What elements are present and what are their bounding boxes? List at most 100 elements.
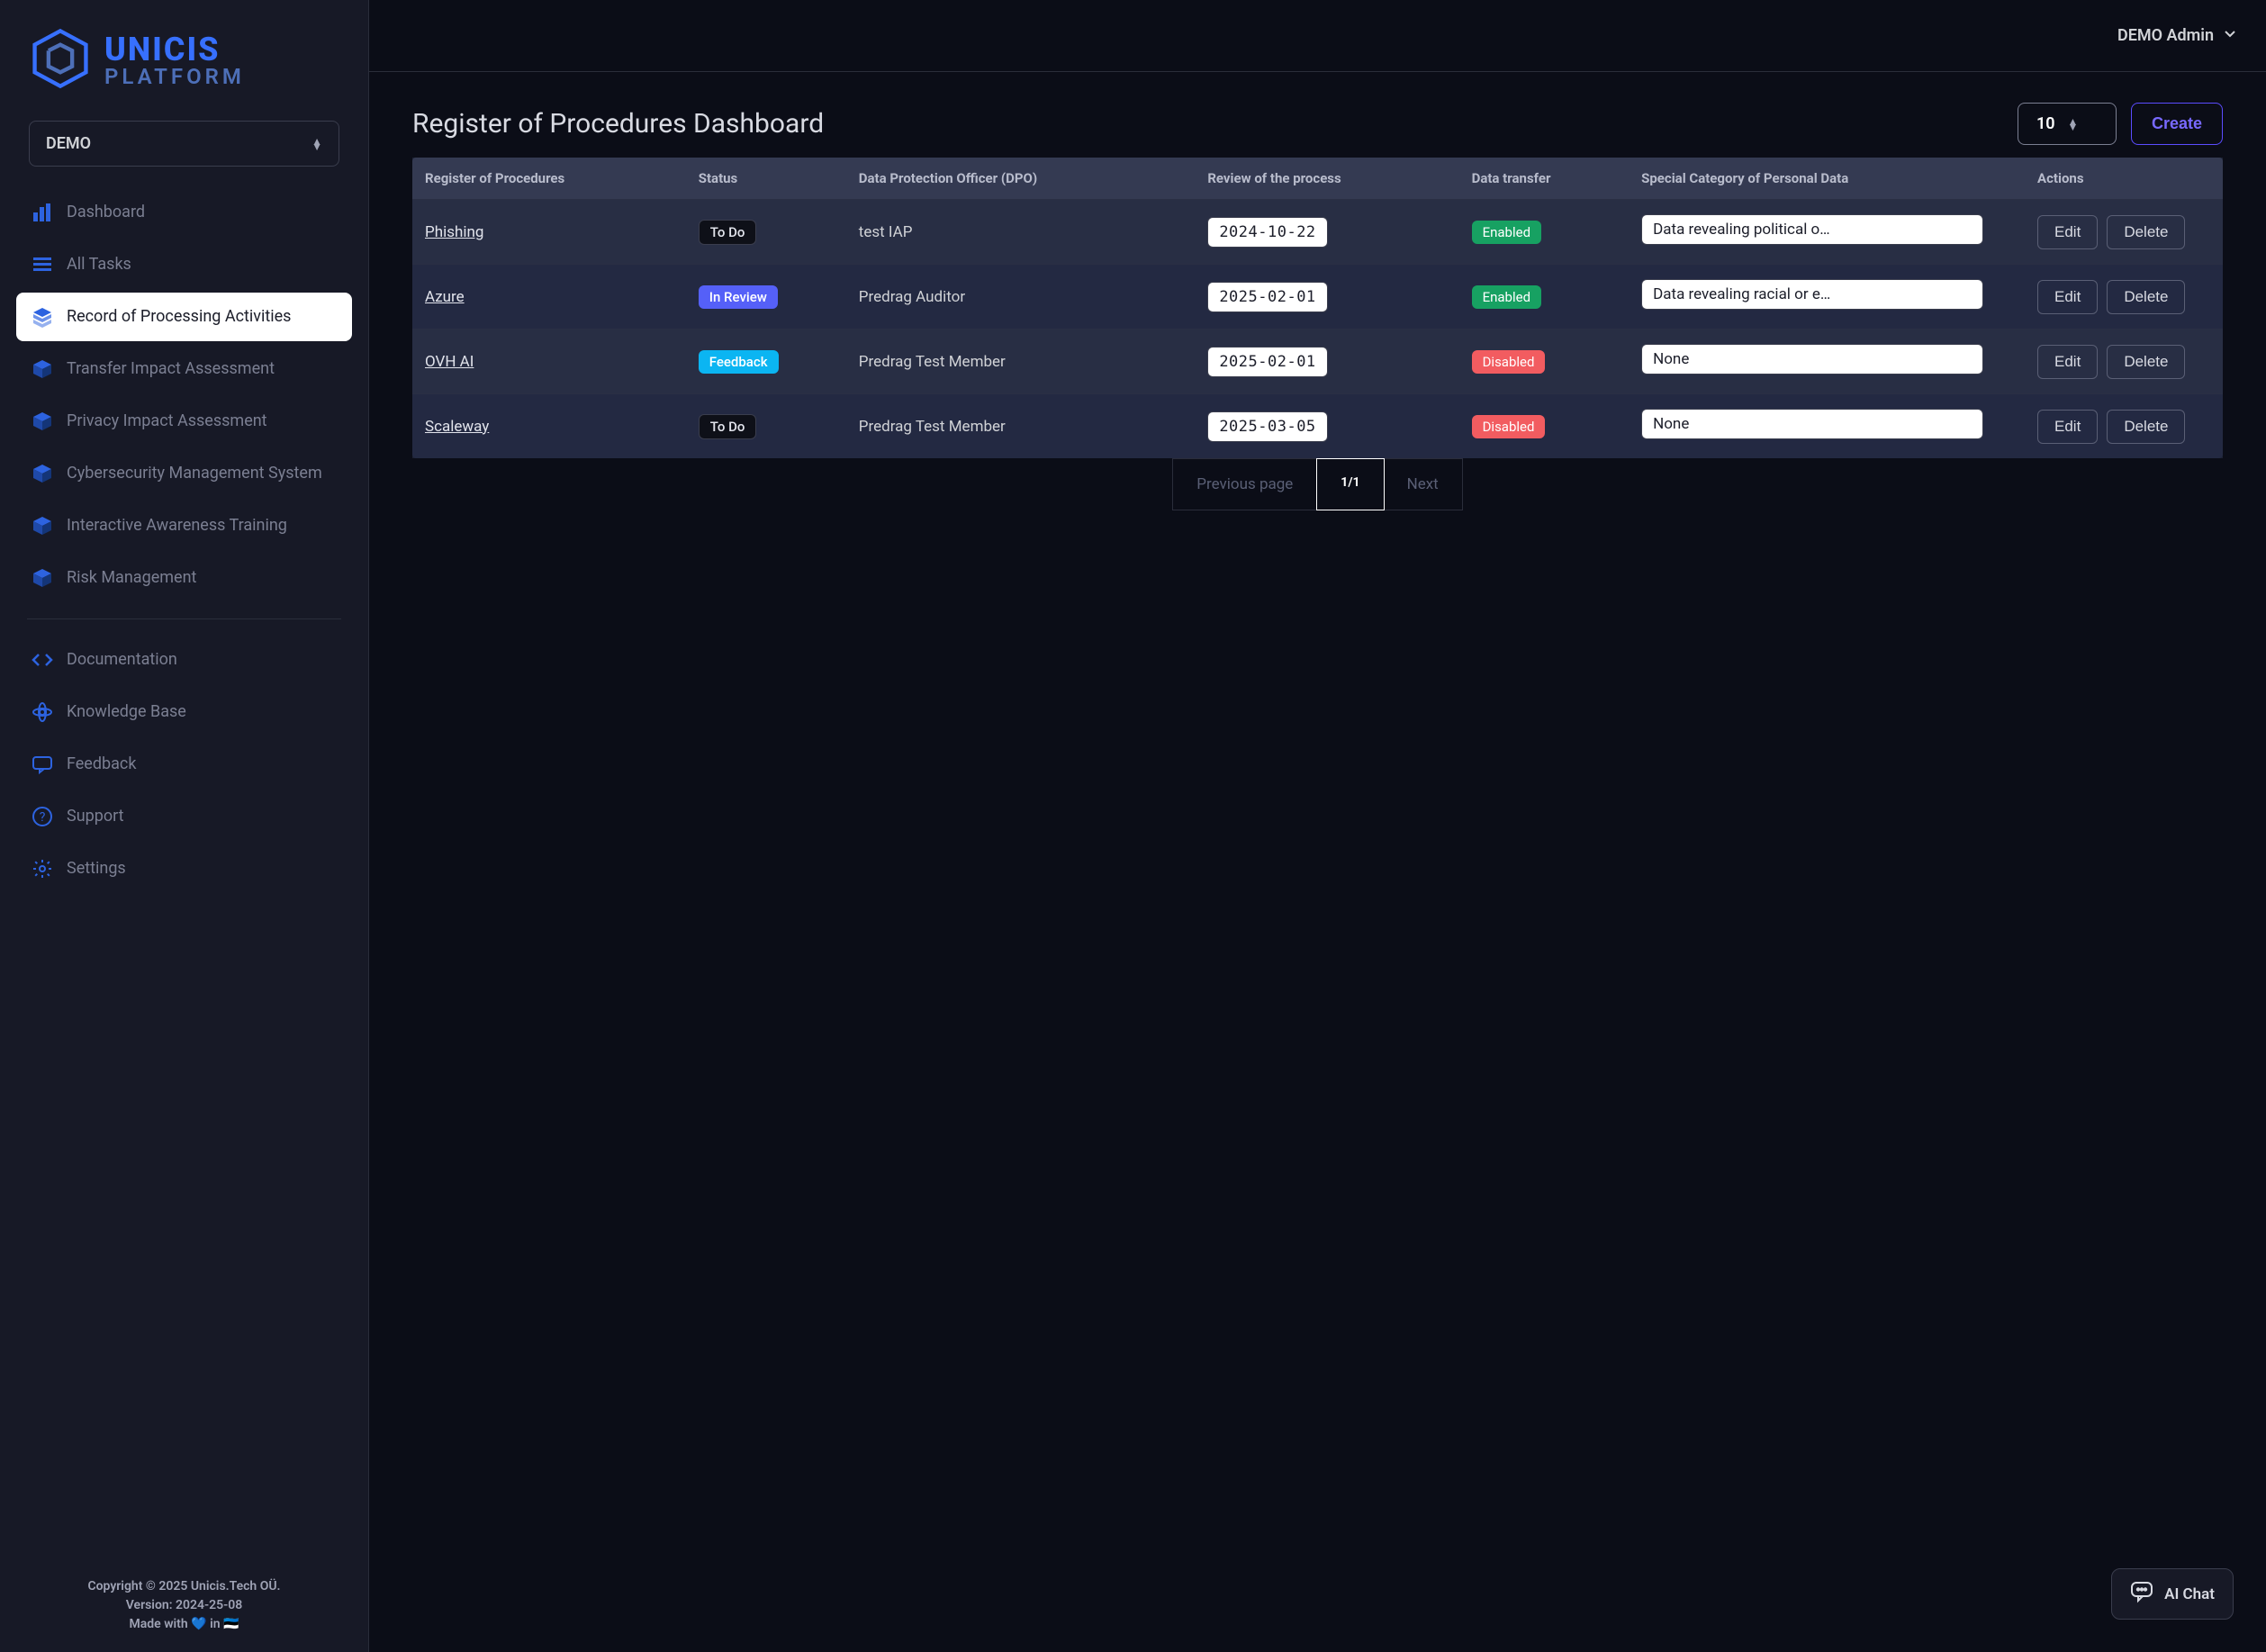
status-badge: In Review xyxy=(699,285,778,309)
nav-record-processing[interactable]: Record of Processing Activities xyxy=(16,293,352,341)
nav-primary: Dashboard All Tasks Record of Processing… xyxy=(16,188,352,893)
footer-copyright: Copyright © 2025 Unicis.Tech OÜ. xyxy=(16,1577,352,1596)
ai-chat-label: AI Chat xyxy=(2164,1585,2215,1603)
brand-line1: UNICIS xyxy=(104,33,245,66)
pager-inner: Previous page 1/1 Next xyxy=(1172,458,1462,510)
nav-label: Record of Processing Activities xyxy=(67,306,338,327)
th-actions: Actions xyxy=(2025,158,2223,200)
th-status: Status xyxy=(686,158,846,200)
pagesize-value: 10 xyxy=(2036,114,2055,133)
footer-version: Version: 2024-25-08 xyxy=(16,1596,352,1615)
review-date: 2025-02-01 xyxy=(1207,347,1327,377)
edit-button[interactable]: Edit xyxy=(2037,410,2098,444)
atom-icon xyxy=(31,700,54,724)
dpo-cell: Predrag Auditor xyxy=(846,265,1196,329)
chevron-updown-icon: ▲▼ xyxy=(311,139,322,149)
help-icon: ? xyxy=(31,805,54,828)
nav-knowledge-base[interactable]: Knowledge Base xyxy=(16,688,352,736)
dpo-cell: Predrag Test Member xyxy=(846,394,1196,459)
user-menu[interactable]: DEMO Admin xyxy=(2117,26,2237,45)
th-transfer: Data transfer xyxy=(1459,158,1630,200)
nav-documentation[interactable]: Documentation xyxy=(16,636,352,684)
transfer-badge: Enabled xyxy=(1472,221,1541,244)
procedure-link[interactable]: Scaleway xyxy=(425,418,489,436)
dpo-cell: test IAP xyxy=(846,200,1196,265)
procedure-link[interactable]: OVH AI xyxy=(425,353,474,371)
table-row: OVH AI Feedback Predrag Test Member 2025… xyxy=(412,329,2223,394)
nav-dashboard[interactable]: Dashboard xyxy=(16,188,352,237)
nav-all-tasks[interactable]: All Tasks xyxy=(16,240,352,289)
row-actions: Edit Delete xyxy=(2037,215,2210,249)
stack-icon xyxy=(31,305,54,329)
brand-line2: PLATFORM xyxy=(104,66,245,87)
transfer-badge: Disabled xyxy=(1472,350,1546,374)
barchart-icon xyxy=(31,201,54,224)
brand-text: UNICIS PLATFORM xyxy=(104,33,245,87)
nav-settings[interactable]: Settings xyxy=(16,844,352,893)
th-dpo: Data Protection Officer (DPO) xyxy=(846,158,1196,200)
procedure-link[interactable]: Azure xyxy=(425,288,465,306)
nav-feedback[interactable]: Feedback xyxy=(16,740,352,789)
delete-button[interactable]: Delete xyxy=(2107,345,2185,379)
cube-icon xyxy=(31,566,54,590)
procedure-link[interactable]: Phishing xyxy=(425,223,483,241)
nav-label: Transfer Impact Assessment xyxy=(67,358,338,379)
delete-button[interactable]: Delete xyxy=(2107,215,2185,249)
cube-icon xyxy=(31,357,54,381)
nav-label: Privacy Impact Assessment xyxy=(67,411,338,431)
nav-label: Support xyxy=(67,806,338,826)
gear-icon xyxy=(31,857,54,880)
chat-icon xyxy=(31,753,54,776)
cube-icon xyxy=(31,462,54,485)
table-row: Phishing To Do test IAP 2024-10-22 Enabl… xyxy=(412,200,2223,265)
table-row: Scaleway To Do Predrag Test Member 2025-… xyxy=(412,394,2223,459)
table-row: Azure In Review Predrag Auditor 2025-02-… xyxy=(412,265,2223,329)
nav-transfer-impact[interactable]: Transfer Impact Assessment xyxy=(16,345,352,393)
nav-label: Interactive Awareness Training xyxy=(67,515,338,536)
procedures-table: Register of Procedures Status Data Prote… xyxy=(412,158,2223,458)
brand-logo-icon xyxy=(29,27,92,94)
nav-awareness-training[interactable]: Interactive Awareness Training xyxy=(16,501,352,550)
edit-button[interactable]: Edit xyxy=(2037,215,2098,249)
nav-label: Documentation xyxy=(67,649,338,670)
cube-icon xyxy=(31,410,54,433)
footer-madewith: Made with 💙 in 🇪🇪 xyxy=(16,1615,352,1634)
user-name: DEMO Admin xyxy=(2117,26,2214,45)
nav-support[interactable]: ? Support xyxy=(16,792,352,841)
team-select[interactable]: DEMO ▲▼ xyxy=(29,121,339,167)
ai-chat-button[interactable]: AI Chat xyxy=(2111,1568,2234,1620)
status-badge: To Do xyxy=(699,414,757,439)
pager: Previous page 1/1 Next xyxy=(412,458,2223,510)
nav-risk-management[interactable]: Risk Management xyxy=(16,554,352,602)
main: DEMO Admin Register of Procedures Dashbo… xyxy=(369,0,2266,1652)
delete-button[interactable]: Delete xyxy=(2107,280,2185,314)
team-select-label: DEMO xyxy=(46,134,91,153)
table-header-row: Register of Procedures Status Data Prote… xyxy=(412,158,2223,200)
nav-label: All Tasks xyxy=(67,254,338,275)
app-root: UNICIS PLATFORM DEMO ▲▼ Dashboard All Ta… xyxy=(0,0,2266,1652)
edit-button[interactable]: Edit xyxy=(2037,345,2098,379)
special-category: None xyxy=(1641,344,1983,375)
nav-privacy-impact[interactable]: Privacy Impact Assessment xyxy=(16,397,352,446)
status-badge: To Do xyxy=(699,220,757,245)
special-category: Data revealing political o… xyxy=(1641,214,1983,245)
create-button[interactable]: Create xyxy=(2131,103,2223,145)
nav-label: Risk Management xyxy=(67,567,338,588)
edit-button[interactable]: Edit xyxy=(2037,280,2098,314)
nav-label: Feedback xyxy=(67,754,338,774)
sidebar: UNICIS PLATFORM DEMO ▲▼ Dashboard All Ta… xyxy=(0,0,369,1652)
th-special: Special Category of Personal Data xyxy=(1629,158,2025,200)
nav-label: Cybersecurity Management System xyxy=(67,463,338,483)
page-head: Register of Procedures Dashboard 10 ▲▼ C… xyxy=(412,103,2223,145)
nav-divider xyxy=(27,618,341,619)
pager-prev[interactable]: Previous page xyxy=(1173,459,1317,510)
pager-next[interactable]: Next xyxy=(1384,459,1462,510)
nav-cybersecurity[interactable]: Cybersecurity Management System xyxy=(16,449,352,498)
delete-button[interactable]: Delete xyxy=(2107,410,2185,444)
cube-icon xyxy=(31,514,54,537)
chat-bubble-icon xyxy=(2130,1580,2153,1608)
chevron-updown-icon: ▲▼ xyxy=(2068,119,2079,130)
code-icon xyxy=(31,648,54,672)
pagesize-select[interactable]: 10 ▲▼ xyxy=(2018,103,2117,145)
nav-label: Dashboard xyxy=(67,202,338,222)
